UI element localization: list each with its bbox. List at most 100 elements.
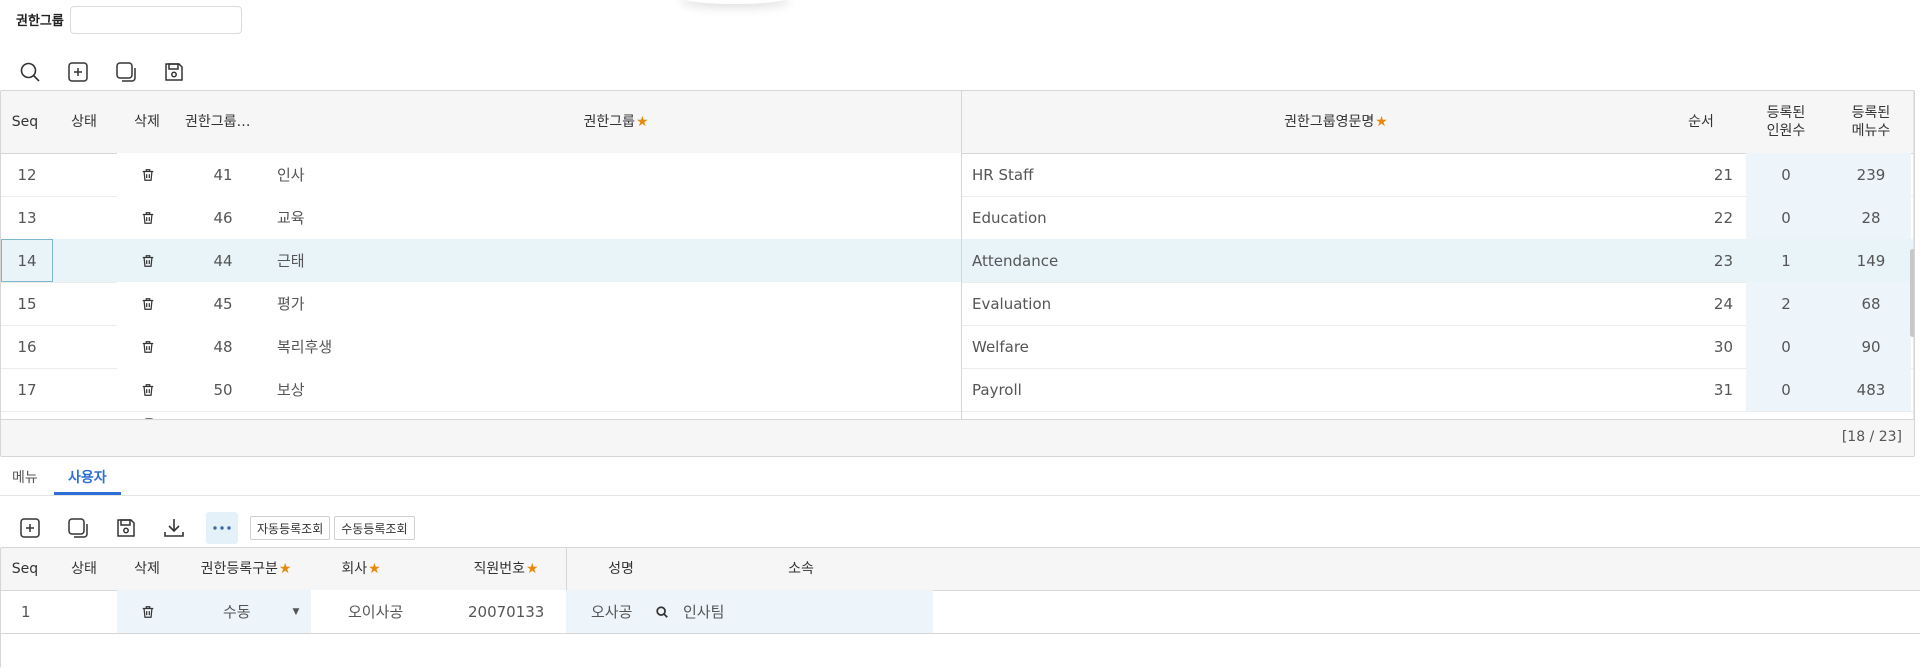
delete-row-button[interactable] (137, 153, 159, 196)
trash-icon (142, 383, 154, 396)
cell-seq[interactable]: 14 (1, 239, 53, 282)
cell-seq[interactable]: 12 (1, 153, 53, 196)
cell-group-eng[interactable]: Welfare (972, 325, 1029, 368)
more-button[interactable] (206, 512, 238, 544)
cell-group-code[interactable]: 48 (201, 325, 245, 368)
cell-registered-users: 0 (1781, 337, 1791, 356)
header-status: 상태 (71, 114, 97, 130)
cell-group-name[interactable]: 교육 (277, 196, 305, 239)
delete-row-button[interactable] (137, 282, 159, 325)
trash-icon (142, 168, 154, 181)
dropdown-arrow-icon[interactable]: ▼ (289, 590, 303, 633)
cell-group-name[interactable]: 근태 (277, 239, 305, 282)
bottom-toolbar: 자동등록조회 수동등록조회 (14, 512, 419, 544)
employee-search-button[interactable] (654, 590, 670, 633)
header-group-code[interactable]: 권한그룹… (185, 91, 269, 153)
header-name[interactable]: 성명 (591, 548, 651, 590)
required-star-icon: ★ (368, 561, 381, 577)
cell-order[interactable]: 24 (1691, 282, 1733, 325)
save-icon (117, 519, 135, 537)
header-group-name[interactable]: 권한그룹 ★ (271, 91, 961, 153)
cell-group-eng[interactable]: Payroll (972, 368, 1022, 411)
add-user-button[interactable] (14, 512, 46, 544)
cell-emp-no[interactable]: 20070133 (468, 590, 544, 633)
save-icon (165, 63, 183, 81)
header-emp-no[interactable]: 직원번호 ★ (456, 548, 556, 590)
cell-group-name[interactable]: 복리후생 (277, 325, 332, 368)
cell-order[interactable]: 23 (1691, 239, 1733, 282)
copy-icon (116, 62, 136, 82)
cell-registered-menus: 28 (1861, 208, 1881, 227)
header-registered-users[interactable]: 등록된 인원수 (1746, 91, 1826, 153)
cell-seq: 1 (21, 602, 31, 621)
auth-group-filter-input[interactable] (70, 6, 242, 34)
add-button[interactable] (62, 56, 94, 88)
required-star-icon: ★ (635, 114, 649, 130)
delete-row-button[interactable] (137, 590, 159, 633)
header-group-eng[interactable]: 권한그룹영문명 ★ (961, 91, 1711, 153)
manual-registration-query-button[interactable]: 수동등록조회 (334, 516, 415, 540)
cell-group-code[interactable]: 46 (201, 196, 245, 239)
header-company[interactable]: 회사 ★ (321, 548, 401, 590)
cell-company[interactable]: 오이사공 (348, 590, 403, 633)
trash-icon (142, 605, 154, 618)
delete-row-button[interactable] (137, 196, 159, 239)
copy-button[interactable] (110, 56, 142, 88)
cell-group-eng[interactable]: HR Staff (972, 153, 1033, 196)
cell-reg-type[interactable]: 수동 (223, 590, 251, 633)
cell-group-code[interactable]: 50 (201, 368, 245, 411)
table-row[interactable]: 17 50 보상 Payroll 31 0 483 (1, 368, 1914, 412)
cell-order[interactable]: 21 (1691, 153, 1733, 196)
table-row[interactable]: 1 수동 ▼ 오이사공 20070133 오사공 인사팀 (1, 590, 1920, 634)
cell-seq[interactable]: 16 (1, 325, 53, 368)
tab-users[interactable]: 사용자 (68, 467, 107, 487)
trash-icon (142, 340, 154, 353)
cell-group-code[interactable]: 44 (201, 239, 245, 282)
cell-group-eng[interactable]: Education (972, 196, 1047, 239)
cell-name[interactable]: 오사공 (591, 590, 632, 633)
cell-dept: 인사팀 (683, 603, 725, 621)
tab-menu[interactable]: 메뉴 (12, 467, 38, 487)
table-row[interactable]: 14 44 근태 Attendance 23 1 149 (1, 239, 1914, 283)
cell-group-name[interactable]: 보상 (277, 368, 305, 411)
save-button[interactable] (158, 56, 190, 88)
delete-row-button[interactable] (137, 239, 159, 282)
cell-registered-menus: 68 (1861, 294, 1881, 313)
cell-group-name[interactable]: 평가 (277, 282, 305, 325)
cell-group-code[interactable]: 41 (201, 153, 245, 196)
download-button[interactable] (158, 512, 190, 544)
delete-row-button[interactable] (137, 368, 159, 411)
scrollbar-thumb[interactable] (1910, 249, 1914, 337)
user-grid: Seq 상태 삭제 권한등록구분 ★ 회사 ★ 직원번호 ★ 성명 소속 1 수동 ▼… (0, 547, 1920, 668)
cell-seq[interactable]: 17 (1, 368, 53, 411)
header-company-text: 회사 (341, 561, 368, 577)
cell-seq[interactable]: 13 (1, 196, 53, 239)
save-user-button[interactable] (110, 512, 142, 544)
table-row[interactable]: 15 45 평가 Evaluation 24 2 68 (1, 282, 1914, 326)
cell-order[interactable]: 22 (1691, 196, 1733, 239)
table-row[interactable]: 13 46 교육 Education 22 0 28 (1, 196, 1914, 240)
header-reg-type[interactable]: 권한등록구분 ★ (191, 548, 301, 590)
delete-row-button[interactable] (137, 325, 159, 368)
cell-registered-menus: 483 (1856, 380, 1886, 399)
header-group-name-text: 권한그룹 (583, 114, 635, 130)
cell-group-eng[interactable]: Attendance (972, 239, 1058, 282)
table-row[interactable]: 12 41 인사 HR Staff 21 0 239 (1, 153, 1914, 197)
header-dept[interactable]: 소속 (771, 548, 831, 590)
cell-group-code[interactable]: 45 (201, 282, 245, 325)
cell-group-name[interactable]: 인사 (277, 153, 305, 196)
header-registered-menus[interactable]: 등록된 메뉴수 (1831, 91, 1911, 153)
cell-order[interactable]: 31 (1691, 368, 1733, 411)
search-button[interactable] (14, 56, 46, 88)
cell-order[interactable]: 30 (1691, 325, 1733, 368)
trash-icon (142, 297, 154, 310)
auto-registration-query-button[interactable]: 자동등록조회 (250, 516, 331, 540)
cell-seq[interactable]: 15 (1, 282, 53, 325)
copy-user-button[interactable] (62, 512, 94, 544)
cell-group-eng[interactable]: Evaluation (972, 282, 1051, 325)
copy-icon (68, 518, 88, 538)
table-row[interactable]: 16 48 복리후생 Welfare 30 0 90 (1, 325, 1914, 369)
header-seq: Seq (11, 114, 39, 130)
cell-registered-users: 0 (1781, 380, 1791, 399)
header-order[interactable]: 순서 (1671, 91, 1731, 153)
